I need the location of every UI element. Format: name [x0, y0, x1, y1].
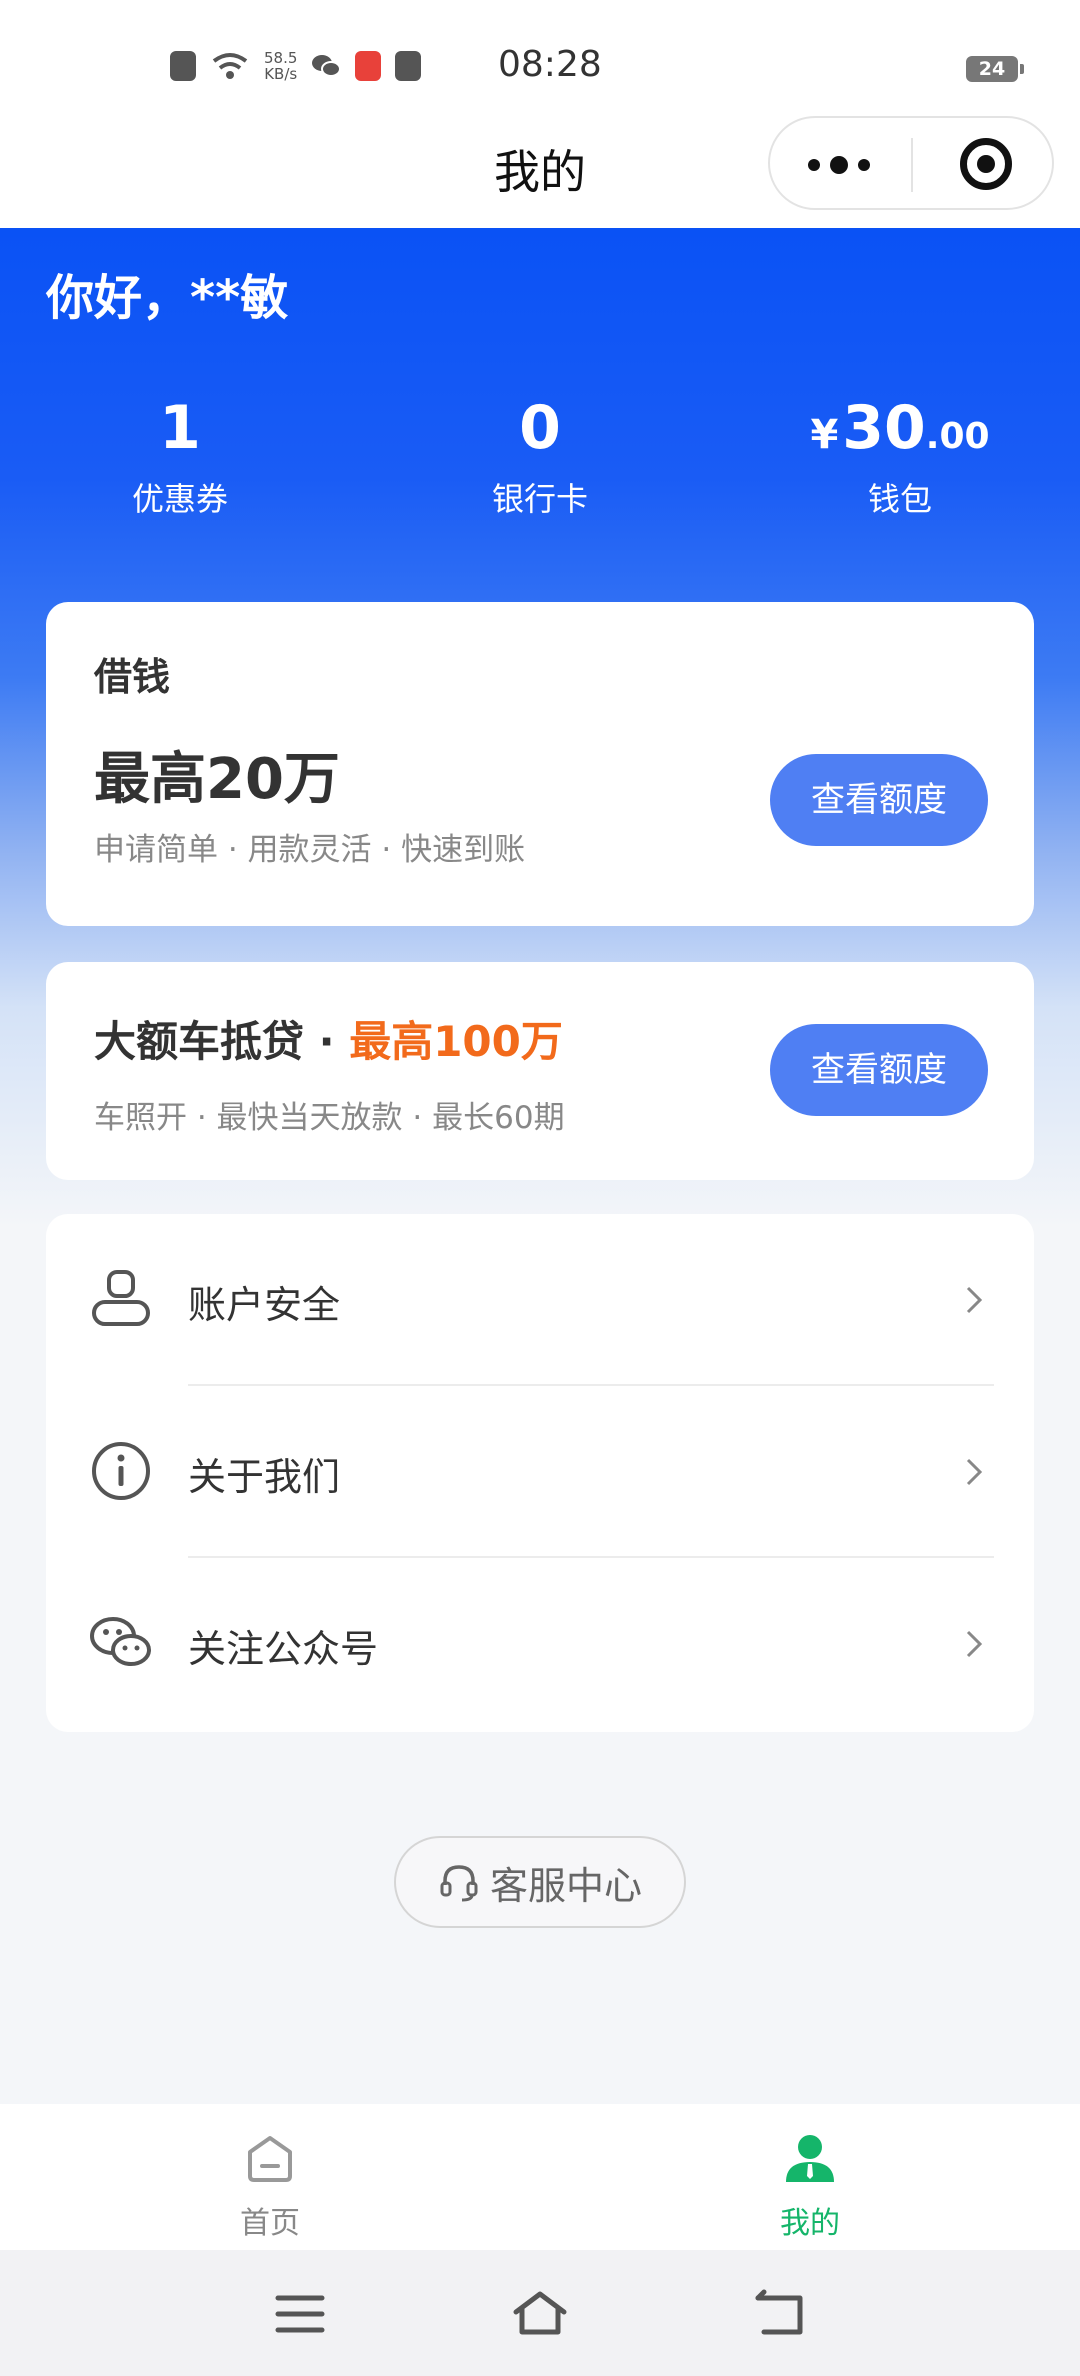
car-loan-card[interactable]: 大额车抵贷 · 最高100万 车照开 · 最快当天放款 · 最长60期 查看额度 — [46, 962, 1034, 1180]
tab-bar: 首页 我的 — [0, 2104, 1080, 2250]
tab-home-label: 首页 — [240, 2206, 300, 2241]
tab-home[interactable]: 首页 — [170, 2130, 370, 2242]
chevron-right-icon — [966, 1630, 983, 1658]
customer-service-button[interactable]: 客服中心 — [394, 1836, 686, 1928]
coupons-label: 优惠券 — [131, 480, 228, 518]
menu-icon[interactable] — [270, 2286, 330, 2342]
car-loan-title-text: 大额车抵贷 · — [94, 1017, 350, 1066]
status-bar: 58.5 KB/s 08:28 24 — [0, 0, 1080, 116]
wallet-balance-dec: .00 — [925, 416, 990, 457]
chevron-right-icon — [966, 1286, 983, 1314]
coupons-count: 1 — [159, 393, 201, 463]
loan-card[interactable]: 借钱 最高20万 申请简单 · 用款灵活 · 快速到账 查看额度 — [46, 602, 1034, 926]
chevron-right-icon — [966, 1458, 983, 1486]
car-loan-highlight: 最高100万 — [349, 1017, 563, 1066]
stat-wallet[interactable]: ¥ 30 .00 钱包 — [720, 388, 1080, 520]
back-icon[interactable] — [750, 2286, 810, 2342]
loan-card-title: 借钱 — [94, 655, 171, 699]
info-icon — [92, 1442, 150, 1500]
home-key-icon[interactable] — [510, 2286, 570, 2342]
bank-cards-count: 0 — [519, 393, 561, 463]
menu-item-about-us[interactable]: 关于我们 — [46, 1386, 1034, 1558]
network-speed-unit: KB/s — [264, 65, 298, 83]
customer-service-label: 客服中心 — [489, 1863, 642, 1908]
tab-mine[interactable]: 我的 — [710, 2130, 910, 2242]
car-loan-title: 大额车抵贷 · 最高100万 — [94, 1008, 563, 1069]
home-icon — [248, 2136, 292, 2182]
menu-item-account-security[interactable]: 账户安全 — [46, 1214, 1034, 1386]
menu-list: 账户安全 关于我们 关注公众号 — [46, 1214, 1034, 1732]
car-loan-check-quota-button[interactable]: 查看额度 — [770, 1024, 988, 1116]
no-sim-icon — [170, 51, 196, 81]
loan-check-quota-button[interactable]: 查看额度 — [770, 754, 988, 846]
menu-label-follow-official-account: 关注公众号 — [188, 1627, 379, 1671]
wallet-label: 钱包 — [867, 480, 932, 518]
more-options-icon[interactable] — [808, 156, 870, 174]
user-icon — [92, 1270, 150, 1326]
stat-coupons[interactable]: 1 优惠券 — [0, 388, 360, 520]
profile-icon — [786, 2135, 834, 2182]
system-navigation-bar — [0, 2250, 1080, 2376]
close-mini-program-icon[interactable] — [960, 138, 1012, 190]
greeting: 你好，**敏 — [46, 270, 289, 326]
car-loan-description: 车照开 · 最快当天放款 · 最长60期 — [94, 1100, 565, 1136]
menu-item-follow-official-account[interactable]: 关注公众号 — [46, 1558, 1034, 1730]
network-speed-value: 58.5 — [264, 49, 298, 67]
status-time: 08:28 — [498, 44, 602, 85]
loan-max-amount: 最高20万 — [94, 747, 340, 812]
stat-bank-cards[interactable]: 0 银行卡 — [360, 388, 720, 520]
tab-mine-label: 我的 — [780, 2206, 840, 2241]
mini-program-capsule — [768, 116, 1054, 210]
nav-bar: 我的 — [0, 116, 1080, 228]
network-speed: 58.5 KB/s — [264, 50, 297, 82]
capsule-divider — [911, 138, 913, 192]
wallet-balance-int: 30 — [842, 393, 926, 463]
loan-description: 申请简单 · 用款灵活 · 快速到账 — [94, 832, 526, 868]
account-stats: 1 优惠券 0 银行卡 ¥ 30 .00 钱包 — [0, 388, 1080, 520]
wifi-icon — [212, 53, 248, 79]
bank-cards-label: 银行卡 — [491, 480, 588, 518]
headset-icon — [440, 1865, 478, 1902]
currency-symbol: ¥ — [810, 412, 839, 458]
menu-label-about-us: 关于我们 — [188, 1455, 341, 1499]
status-icons: 58.5 KB/s — [170, 50, 422, 82]
wechat-notification-icon — [312, 55, 342, 77]
battery-icon: 24 — [966, 56, 1024, 82]
app-notification-icon — [355, 51, 382, 81]
message-notification-icon — [395, 51, 422, 81]
wechat-icon — [90, 1617, 151, 1666]
menu-label-account-security: 账户安全 — [188, 1283, 341, 1327]
